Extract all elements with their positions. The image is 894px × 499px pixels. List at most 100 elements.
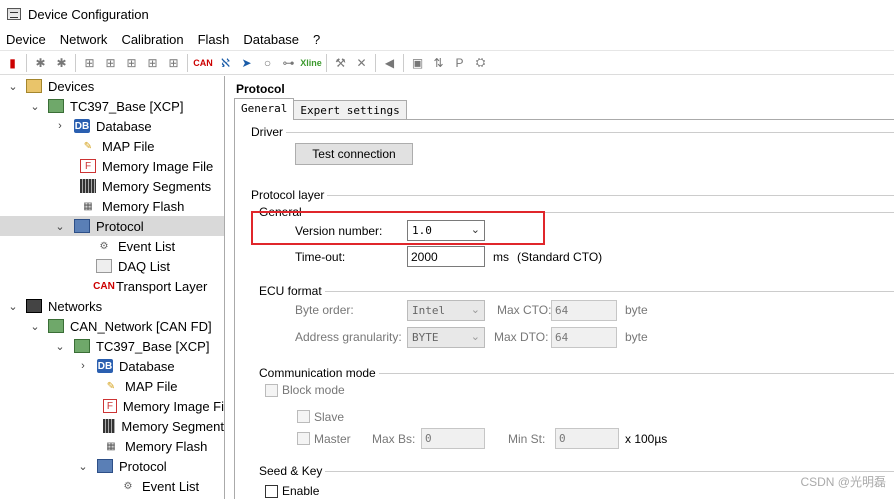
- tree-label: Memory Flash: [125, 438, 208, 454]
- tree-label: Transport Layer: [116, 278, 208, 294]
- wizard-icon[interactable]: ➤: [236, 53, 257, 73]
- menu-calibration[interactable]: Calibration: [114, 32, 190, 47]
- chevron-right-icon[interactable]: ›: [76, 360, 90, 372]
- add-device-icon[interactable]: ✱: [30, 53, 51, 73]
- tree-item-net-database[interactable]: › DB Database: [0, 356, 224, 376]
- parameter-icon[interactable]: P: [449, 53, 470, 73]
- test-connection-button[interactable]: Test connection: [295, 143, 413, 165]
- tree-item-transport-layer[interactable]: CAN Transport Layer: [0, 276, 224, 296]
- tree-item-net-tc397[interactable]: ⌄ TC397_Base [XCP]: [0, 336, 224, 356]
- block-mode-checkbox[interactable]: [265, 384, 278, 397]
- tab-expert-settings[interactable]: Expert settings: [293, 100, 407, 120]
- tree-item-net-memory-flash[interactable]: ▦ Memory Flash: [0, 436, 224, 456]
- max-dto-input[interactable]: 64: [551, 327, 617, 348]
- tree-item-devices[interactable]: ⌄ Devices: [0, 76, 224, 96]
- max-cto-unit: byte: [625, 303, 648, 317]
- chevron-down-icon[interactable]: ⌄: [28, 100, 42, 113]
- speaker-icon[interactable]: ◀: [379, 53, 400, 73]
- chevron-down-icon[interactable]: ⌄: [53, 340, 67, 353]
- toolbar-separator: [75, 53, 76, 72]
- chevron-down-icon[interactable]: ⌄: [6, 300, 20, 313]
- tree-label: Memory Image Fi: [122, 398, 224, 414]
- tree-label: Protocol: [96, 218, 144, 234]
- tree-item-net-map-file[interactable]: ✎ MAP File: [0, 376, 224, 396]
- tree-item-memory-image-file[interactable]: F Memory Image File: [0, 156, 224, 176]
- tree-item-protocol[interactable]: ⌄ Protocol: [0, 216, 224, 236]
- ecu-format-group-label: ECU format: [259, 284, 325, 298]
- flash-icon: ▦: [83, 200, 93, 212]
- max-dto-unit: byte: [625, 330, 648, 344]
- tree-item-net-protocol[interactable]: ⌄ Protocol: [0, 456, 224, 476]
- max-bs-label: Max Bs:: [372, 432, 416, 446]
- menu-help[interactable]: ?: [306, 32, 327, 47]
- circle-icon[interactable]: ○: [257, 53, 278, 73]
- signal-icon[interactable]: ℵ: [215, 53, 236, 73]
- chevron-down-icon[interactable]: ⌄: [76, 460, 90, 473]
- pin-icon[interactable]: ⇅: [428, 53, 449, 73]
- network-tool-3-icon[interactable]: ⊞: [121, 53, 142, 73]
- ecu-icon: [74, 339, 90, 353]
- tree-item-map-file[interactable]: ✎ MAP File: [0, 136, 224, 156]
- enable-checkbox[interactable]: [265, 485, 278, 498]
- title-bar: Device Configuration: [0, 0, 894, 28]
- toolbar: ▮ ✱ ✱ ⊞ ⊞ ⊞ ⊞ ⊞ CAN ℵ ➤ ○ ⊶ Xline ⚒ ✕ ◀ …: [0, 50, 894, 75]
- network-node-icon[interactable]: ⊶: [278, 53, 299, 73]
- slave-checkbox[interactable]: [297, 410, 310, 423]
- address-granularity-value: BYTE: [412, 331, 439, 344]
- tree-label: CAN_Network [CAN FD]: [70, 318, 212, 334]
- database-icon[interactable]: ▣: [407, 53, 428, 73]
- tree-item-memory-segments[interactable]: Memory Segments: [0, 176, 224, 196]
- master-checkbox[interactable]: [297, 432, 310, 445]
- chevron-down-icon[interactable]: ⌄: [28, 320, 42, 333]
- wrench-icon[interactable]: ⚒: [330, 53, 351, 73]
- tree-label: Database: [119, 358, 175, 374]
- network-tool-4-icon[interactable]: ⊞: [142, 53, 163, 73]
- menu-network[interactable]: Network: [53, 32, 115, 47]
- menu-flash[interactable]: Flash: [191, 32, 237, 47]
- timeout-input[interactable]: 2000: [407, 246, 485, 267]
- tree-item-database[interactable]: › DB Database: [0, 116, 224, 136]
- tree-label: Devices: [48, 78, 95, 94]
- tree-label: Event List: [142, 478, 200, 494]
- tree-label: MAP File: [102, 138, 155, 154]
- can-icon[interactable]: CAN: [191, 53, 215, 73]
- network-icon: [48, 319, 64, 333]
- network-tool-5-icon[interactable]: ⊞: [163, 53, 184, 73]
- seed-key-group-label: Seed & Key: [259, 464, 326, 478]
- tab-general[interactable]: General: [234, 98, 295, 120]
- byte-order-label: Byte order:: [295, 303, 354, 317]
- tree-item-daq-list[interactable]: DAQ List: [0, 256, 224, 276]
- tree-item-can-network[interactable]: ⌄ CAN_Network [CAN FD]: [0, 316, 224, 336]
- tree-item-tc397-base[interactable]: ⌄ TC397_Base [XCP]: [0, 96, 224, 116]
- max-bs-input[interactable]: 0: [421, 428, 485, 449]
- tree-item-memory-flash[interactable]: ▦ Memory Flash: [0, 196, 224, 216]
- group-divider: [275, 132, 894, 133]
- database-icon: DB: [97, 359, 113, 373]
- gear-db-icon[interactable]: ⛭: [470, 53, 491, 73]
- menu-device[interactable]: Device: [0, 32, 53, 47]
- chevron-down-icon[interactable]: ⌄: [6, 80, 20, 93]
- daq-list-icon: [96, 259, 112, 273]
- network-tool-2-icon[interactable]: ⊞: [100, 53, 121, 73]
- tree-label: Database: [96, 118, 152, 134]
- chevron-down-icon[interactable]: ⌄: [53, 220, 67, 233]
- network-tool-1-icon[interactable]: ⊞: [79, 53, 100, 73]
- tree-item-net-memory-segments[interactable]: Memory Segment: [0, 416, 224, 436]
- max-cto-input[interactable]: 64: [551, 300, 617, 321]
- chevron-right-icon[interactable]: ›: [53, 120, 67, 132]
- address-granularity-select[interactable]: BYTE ⌄: [407, 327, 485, 348]
- tree-item-event-list[interactable]: ⚙ Event List: [0, 236, 224, 256]
- tree-item-networks[interactable]: ⌄ Networks: [0, 296, 224, 316]
- group-divider: [323, 291, 894, 292]
- panel-title: Protocol: [236, 82, 285, 96]
- remove-device-icon[interactable]: ✱: [51, 53, 72, 73]
- exit-icon[interactable]: ▮: [2, 53, 23, 73]
- byte-order-select[interactable]: Intel ⌄: [407, 300, 485, 321]
- menu-database[interactable]: Database: [236, 32, 306, 47]
- min-st-input[interactable]: 0: [555, 428, 619, 449]
- memory-image-icon: F: [103, 399, 117, 413]
- delete-icon[interactable]: ✕: [351, 53, 372, 73]
- xline-icon[interactable]: Xline: [299, 53, 323, 73]
- tree-item-net-event-list[interactable]: ⚙ Event List: [0, 476, 224, 496]
- tree-item-net-memory-image-file[interactable]: F Memory Image Fi: [0, 396, 224, 416]
